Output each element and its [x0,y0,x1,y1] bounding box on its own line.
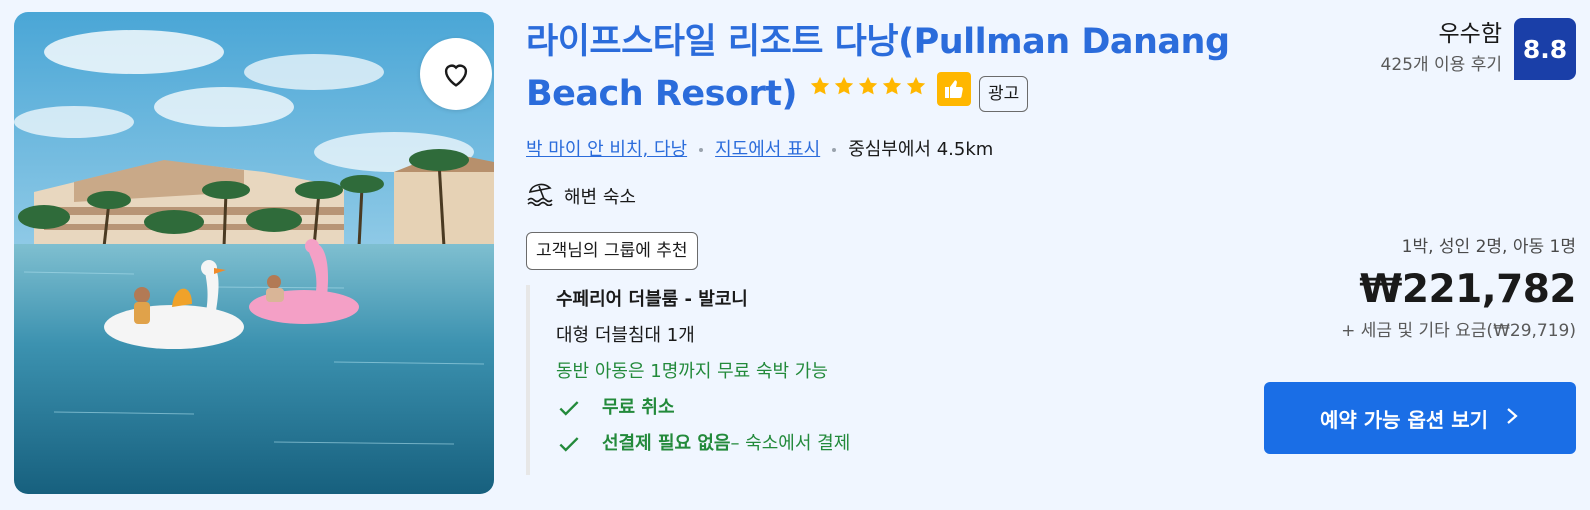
pay-at-property-text: – 숙소에서 결제 [730,433,851,454]
show-on-map-link[interactable]: 지도에서 표시 [715,136,820,164]
star-rating [809,75,927,97]
group-recommendation-badge: 고객님의 그룹에 추천 [526,232,698,270]
heart-icon [439,57,473,91]
free-cancellation-row: 무료 취소 [556,395,850,421]
review-count: 425개 이용 후기 [1380,55,1502,75]
distance-text: 중심부에서 4.5km [848,139,994,160]
bed-info: 대형 더블침대 1개 [556,325,695,346]
score-badge: 8.8 [1514,18,1576,80]
score-word: 우수함 [1438,21,1502,47]
child-policy-note: 동반 아동은 1명까지 무료 숙박 가능 [556,361,828,382]
beach-umbrella-icon [526,180,554,211]
hotel-name-link[interactable]: 라이프스타일 리조트 다낭(Pullman Danang Beach Resor… [526,22,1230,114]
review-score-text: 우수함 425개 이용 후기 [1381,18,1502,78]
check-icon [559,401,579,416]
beach-label: 해변 숙소 [564,186,636,208]
chevron-right-icon [1504,405,1520,432]
beach-property-row: 해변 숙소 [526,180,636,211]
room-name: 수페리어 더블룸 - 발코니 [556,289,748,310]
tax-info: + 세금 및 기타 요금(₩29,719) [1341,321,1576,341]
no-prepayment-text: 선결제 필요 없음 [602,433,731,454]
star-icon [858,76,878,95]
star-icon [882,76,902,95]
see-availability-button[interactable]: 예약 가능 옵션 보기 [1264,382,1576,454]
room-details: 수페리어 더블룸 - 발코니 대형 더블침대 1개 동반 아동은 1명까지 무료… [526,285,850,475]
star-icon [906,76,926,95]
location-link[interactable]: 박 마이 안 비치, 다낭 [526,136,687,164]
free-cancellation-text: 무료 취소 [602,397,675,418]
thumbs-up-icon[interactable] [936,72,971,106]
price-area: 1박, 성인 2명, 아동 1명 ₩221,782 + 세금 및 기타 요금(₩… [1341,234,1576,344]
separator-dot [699,148,704,152]
hotel-photo[interactable] [14,12,494,494]
ad-badge[interactable]: 광고 [978,76,1029,112]
star-icon [834,76,854,95]
stay-guests-info: 1박, 성인 2명, 아동 1명 [1401,237,1576,257]
location-row: 박 마이 안 비치, 다낭 지도에서 표시 중심부에서 4.5km [526,136,993,164]
favorite-button[interactable] [420,38,492,110]
see-availability-label: 예약 가능 옵션 보기 [1319,407,1489,432]
price-amount: ₩221,782 [1359,267,1576,312]
separator-dot [832,148,837,152]
review-score[interactable]: 우수함 425개 이용 후기 8.8 [1381,18,1576,80]
check-icon [559,437,579,452]
hotel-title-block: 라이프스타일 리조트 다낭(Pullman Danang Beach Resor… [526,16,1286,120]
no-prepayment-row: 선결제 필요 없음 – 숙소에서 결제 [556,431,850,457]
star-icon [810,76,830,95]
